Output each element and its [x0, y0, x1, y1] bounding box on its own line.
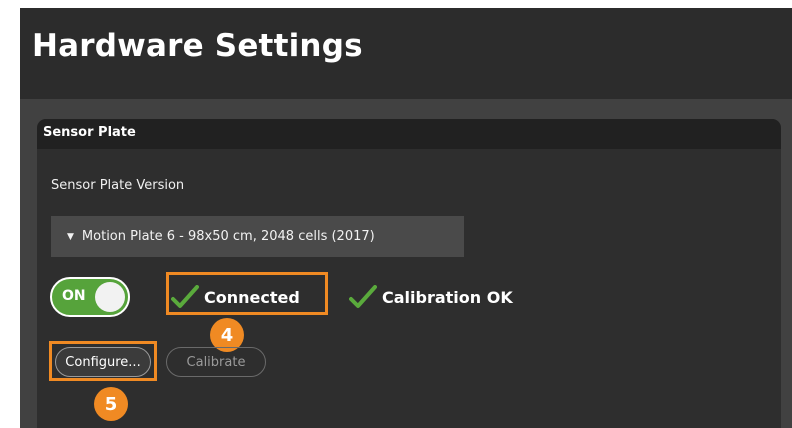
calibrate-button[interactable]: Calibrate — [166, 347, 266, 377]
toggle-knob — [95, 282, 125, 312]
panel-title: Sensor Plate — [43, 125, 136, 140]
sensor-plate-panel: Sensor Plate Sensor Plate Version ▼ Moti… — [37, 119, 781, 428]
caret-down-icon: ▼ — [67, 231, 74, 242]
step-5-badge: 5 — [94, 387, 128, 421]
configure-highlight-box — [49, 341, 157, 381]
power-toggle[interactable]: ON — [50, 277, 130, 317]
page-title: Hardware Settings — [32, 28, 363, 64]
sensor-plate-version-dropdown[interactable]: ▼ Motion Plate 6 - 98x50 cm, 2048 cells … — [51, 216, 464, 257]
connected-highlight-box — [166, 272, 328, 315]
header-bar: Hardware Settings — [20, 8, 792, 99]
calibration-status-text: Calibration OK — [382, 287, 513, 307]
sensor-plate-version-label: Sensor Plate Version — [51, 178, 185, 193]
checkmark-icon — [349, 285, 377, 308]
panel-header: Sensor Plate — [37, 119, 781, 149]
toggle-label: ON — [62, 288, 86, 304]
hardware-settings-window: Hardware Settings Sensor Plate Sensor Pl… — [20, 8, 792, 428]
dropdown-selected-value: Motion Plate 6 - 98x50 cm, 2048 cells (2… — [81, 229, 375, 244]
calibration-status: Calibration OK — [349, 285, 513, 309]
